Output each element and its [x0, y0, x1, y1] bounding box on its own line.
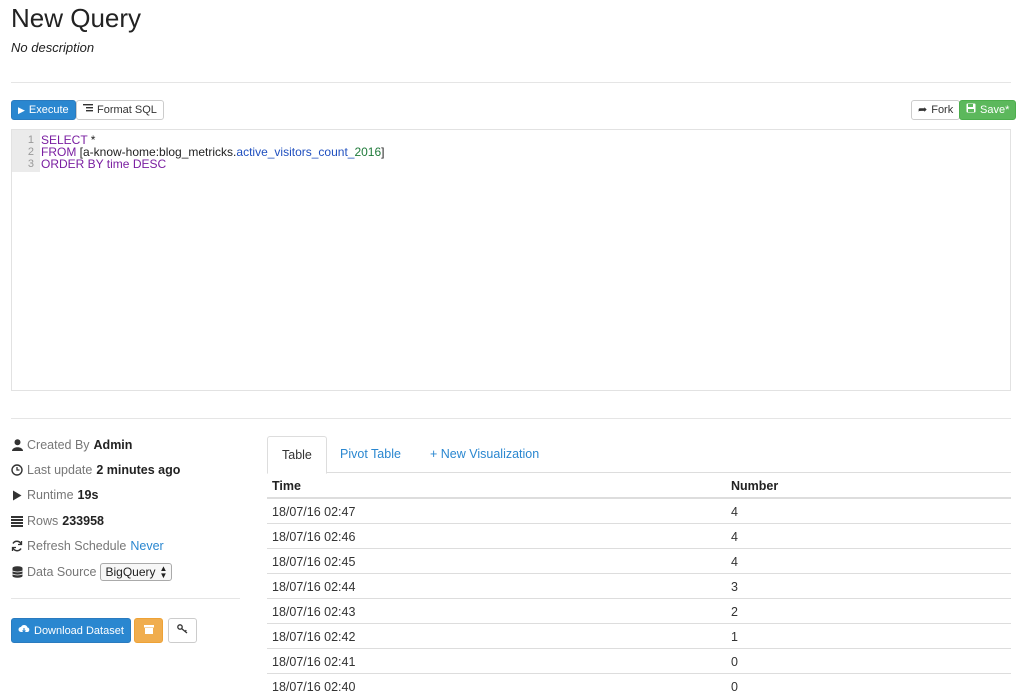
keyword: ORDER BY	[41, 157, 104, 171]
database-icon	[11, 566, 23, 578]
share-arrow-icon: ➦	[918, 104, 928, 116]
play-icon	[11, 489, 23, 501]
cell-number: 0	[731, 680, 738, 694]
data-source-value: BigQuery	[105, 565, 156, 579]
refresh-schedule-label: Refresh Schedule	[27, 539, 127, 553]
format-sql-label: Format SQL	[97, 104, 157, 116]
cell-time: 18/07/16 02:41	[272, 655, 356, 669]
table-row: 18/07/16 02:46 4	[267, 524, 1011, 549]
code-text: ]	[381, 145, 385, 159]
created-by-value: Admin	[93, 438, 133, 452]
divider	[11, 418, 1011, 419]
table-row: 18/07/16 02:47 4	[267, 499, 1011, 524]
rows-label: Rows	[27, 514, 59, 528]
download-dataset-label: Download Dataset	[34, 624, 124, 637]
column-header-number[interactable]: Number	[731, 479, 778, 493]
table-name: active_visitors_count_	[236, 145, 355, 159]
updown-arrows-icon: ▲ ▼	[159, 564, 168, 580]
divider	[11, 82, 1011, 83]
user-icon	[11, 439, 23, 451]
last-update-label: Last update	[27, 463, 93, 477]
runtime-value: 19s	[77, 488, 99, 502]
table-row: 18/07/16 02:40 0	[267, 674, 1011, 697]
column-header-time[interactable]: Time	[272, 479, 301, 493]
data-source-label: Data Source	[27, 565, 97, 579]
fork-button[interactable]: ➦ Fork	[911, 100, 961, 120]
cell-time: 18/07/16 02:40	[272, 680, 356, 694]
download-dataset-button[interactable]: Download Dataset	[11, 618, 131, 643]
cell-number: 1	[731, 630, 738, 644]
format-sql-button[interactable]: Format SQL	[76, 100, 164, 120]
page-title: New Query	[11, 3, 142, 33]
cell-time: 18/07/16 02:44	[272, 580, 356, 594]
cell-number: 3	[731, 580, 738, 594]
line-number: 3	[27, 158, 34, 170]
cell-number: 2	[731, 605, 738, 619]
execute-button[interactable]: ▶ Execute	[11, 100, 76, 120]
table-row: 18/07/16 02:41 0	[267, 649, 1011, 674]
keyword: DESC	[132, 157, 167, 171]
cell-time: 18/07/16 02:46	[272, 530, 356, 544]
table-header: Time Number	[267, 473, 1011, 499]
save-label: Save*	[980, 104, 1010, 116]
last-update: Last update 2 minutes ago	[11, 461, 180, 479]
runtime-label: Runtime	[27, 488, 74, 502]
tab-pivot-table[interactable]: Pivot Table	[326, 436, 415, 473]
last-update-value: 2 minutes ago	[96, 463, 181, 477]
clock-icon	[11, 464, 23, 476]
save-button[interactable]: Save*	[959, 100, 1017, 120]
data-source-select[interactable]: BigQuery ▲ ▼	[100, 563, 173, 581]
refresh-schedule-link[interactable]: Never	[130, 539, 163, 553]
data-source: Data Source BigQuery ▲ ▼	[11, 563, 173, 581]
execute-label: Execute	[28, 104, 69, 116]
rows: Rows 233958	[11, 512, 104, 530]
results-tabs: Table Pivot Table + New Visualization	[267, 436, 1011, 474]
refresh-schedule: Refresh Schedule Never	[11, 537, 164, 555]
floppy-icon	[966, 101, 976, 119]
sql-editor[interactable]: 1 SELECT * 2 FROM [a-know-home:blog_metr…	[11, 129, 1011, 391]
table-row: 18/07/16 02:44 3	[267, 574, 1011, 599]
divider	[11, 598, 240, 599]
refresh-icon	[11, 540, 23, 552]
list-icon	[11, 515, 23, 527]
cell-time: 18/07/16 02:45	[272, 555, 356, 569]
tab-table[interactable]: Table	[267, 436, 327, 474]
results-table: Time Number 18/07/16 02:47 4 18/07/16 02:…	[267, 473, 1011, 697]
play-icon: ▶	[18, 105, 25, 115]
table-row: 18/07/16 02:42 1	[267, 624, 1011, 649]
table-row: 18/07/16 02:43 2	[267, 599, 1011, 624]
page-description: No description	[11, 40, 95, 55]
number-literal: 2016	[354, 145, 382, 159]
rows-value: 233958	[62, 514, 104, 528]
cell-number: 4	[731, 530, 738, 544]
format-icon	[83, 101, 93, 119]
tab-new-visualization[interactable]: + New Visualization	[416, 436, 553, 473]
cell-number: 4	[731, 505, 738, 519]
cell-time: 18/07/16 02:47	[272, 505, 356, 519]
cell-time: 18/07/16 02:42	[272, 630, 356, 644]
archive-icon	[143, 622, 154, 640]
cloud-download-icon	[18, 622, 30, 640]
code-text: time	[103, 157, 133, 171]
archive-button[interactable]	[134, 618, 163, 643]
fork-label: Fork	[931, 104, 954, 116]
cell-number: 0	[731, 655, 738, 669]
key-icon	[176, 622, 189, 640]
api-key-button[interactable]	[168, 618, 197, 643]
cell-time: 18/07/16 02:43	[272, 605, 356, 619]
cell-number: 4	[731, 555, 738, 569]
created-by: Created By Admin	[11, 436, 132, 454]
table-row: 18/07/16 02:45 4	[267, 549, 1011, 574]
line-number: 2	[27, 146, 34, 158]
line-number: 1	[27, 134, 34, 146]
created-by-label: Created By	[27, 438, 90, 452]
runtime: Runtime 19s	[11, 486, 98, 504]
